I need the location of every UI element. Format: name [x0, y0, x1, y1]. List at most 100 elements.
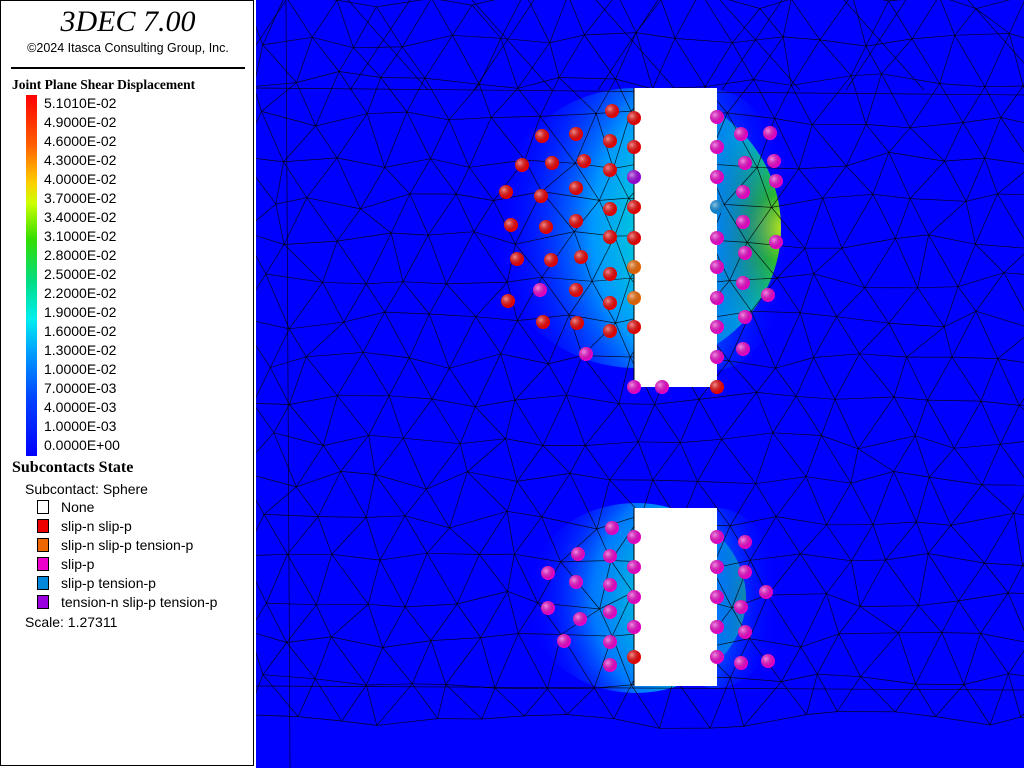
sphere-highlight	[605, 521, 619, 535]
subcontacts-state-legend-title: Subcontacts State	[12, 459, 134, 476]
sphere-highlight	[710, 231, 724, 245]
sphere-highlight	[603, 605, 617, 619]
color-scale-label: 1.6000E-02	[44, 323, 117, 339]
sphere-highlight	[577, 154, 591, 168]
color-scale-label: 2.2000E-02	[44, 285, 117, 301]
app-title: 3DEC 7.00	[60, 5, 196, 38]
sphere-highlight	[603, 134, 617, 148]
sphere-highlight	[627, 200, 641, 214]
sphere-highlight	[499, 185, 513, 199]
sphere-highlight	[655, 380, 669, 394]
sphere-highlight	[627, 291, 641, 305]
color-scale-label: 2.5000E-02	[44, 266, 117, 282]
state-swatch	[37, 500, 49, 514]
sphere-highlight	[569, 283, 583, 297]
sphere-highlight	[738, 156, 752, 170]
sphere-highlight	[761, 654, 775, 668]
sphere-highlight	[734, 600, 748, 614]
sphere-highlight	[501, 294, 515, 308]
sphere-highlight	[767, 154, 781, 168]
sphere-highlight	[627, 620, 641, 634]
sphere-highlight	[710, 620, 724, 634]
scale-readout: Scale: 1.27311	[25, 614, 118, 630]
state-swatch	[37, 519, 49, 533]
sphere-highlight	[603, 230, 617, 244]
sphere-highlight	[734, 656, 748, 670]
sphere-highlight	[627, 320, 641, 334]
sphere-highlight	[603, 635, 617, 649]
sphere-highlight	[569, 214, 583, 228]
sphere-highlight	[736, 215, 750, 229]
sphere-highlight	[603, 163, 617, 177]
sphere-highlight	[627, 231, 641, 245]
sphere-highlight	[535, 129, 549, 143]
color-scale-label: 3.4000E-02	[44, 209, 117, 225]
color-scale-label: 2.8000E-02	[44, 247, 117, 263]
state-label: slip-n slip-p tension-p	[61, 537, 194, 553]
sphere-highlight	[569, 575, 583, 589]
sphere-highlight	[569, 181, 583, 195]
sphere-highlight	[603, 296, 617, 310]
sphere-highlight	[738, 565, 752, 579]
sphere-highlight	[603, 658, 617, 672]
color-scale-label: 3.1000E-02	[44, 228, 117, 244]
sphere-highlight	[541, 566, 555, 580]
shear-displacement-legend-title: Joint Plane Shear Displacement	[12, 77, 196, 92]
sphere-highlight	[759, 585, 773, 599]
sphere-highlight	[545, 156, 559, 170]
sphere-highlight	[533, 283, 547, 297]
sphere-highlight	[710, 170, 724, 184]
model-viewport[interactable]	[256, 0, 1024, 768]
sphere-highlight	[627, 111, 641, 125]
sphere-highlight	[603, 549, 617, 563]
sphere-highlight	[761, 288, 775, 302]
sphere-highlight	[710, 530, 724, 544]
sphere-highlight	[710, 291, 724, 305]
sphere-highlight	[605, 104, 619, 118]
color-scale-label: 1.0000E-02	[44, 361, 117, 377]
sphere-highlight	[570, 316, 584, 330]
color-scale-label: 1.9000E-02	[44, 304, 117, 320]
color-scale-label: 1.3000E-02	[44, 342, 117, 358]
color-scale-label: 1.0000E-03	[44, 418, 117, 434]
legend-panel: 3DEC 7.00 ©2024 Itasca Consulting Group,…	[0, 0, 254, 766]
color-scale-label: 4.3000E-02	[44, 152, 117, 168]
sphere-highlight	[603, 324, 617, 338]
state-label: slip-p tension-p	[61, 575, 156, 591]
color-scale-label: 0.0000E+00	[44, 437, 120, 453]
sphere-highlight	[738, 310, 752, 324]
copyright-text: ©2024 Itasca Consulting Group, Inc.	[27, 41, 229, 55]
sphere-highlight	[571, 547, 585, 561]
sphere-highlight	[738, 535, 752, 549]
sphere-highlight	[557, 634, 571, 648]
sphere-highlight	[573, 612, 587, 626]
state-swatch	[37, 576, 49, 590]
sphere-highlight	[534, 189, 548, 203]
sphere-highlight	[627, 650, 641, 664]
state-swatch	[37, 557, 49, 571]
sphere-highlight	[738, 625, 752, 639]
mesh-edge	[915, 683, 964, 685]
sphere-highlight	[710, 140, 724, 154]
sphere-highlight	[539, 220, 553, 234]
sphere-highlight	[769, 235, 783, 249]
sphere-highlight	[515, 158, 529, 172]
sphere-highlight	[569, 127, 583, 141]
sphere-highlight	[769, 174, 783, 188]
color-scale-bar	[26, 95, 37, 456]
sphere-highlight	[627, 140, 641, 154]
sphere-highlight	[710, 200, 724, 214]
excavation-upper	[634, 88, 717, 387]
color-scale-label: 4.0000E-02	[44, 171, 117, 187]
sphere-highlight	[627, 560, 641, 574]
sphere-highlight	[736, 185, 750, 199]
state-label: slip-n slip-p	[61, 518, 132, 534]
state-label: slip-p	[61, 556, 95, 572]
sphere-highlight	[627, 590, 641, 604]
state-swatch	[37, 538, 49, 552]
model-plot	[256, 0, 1024, 768]
sphere-highlight	[736, 276, 750, 290]
sphere-highlight	[579, 347, 593, 361]
sphere-highlight	[541, 601, 555, 615]
sphere-highlight	[627, 170, 641, 184]
